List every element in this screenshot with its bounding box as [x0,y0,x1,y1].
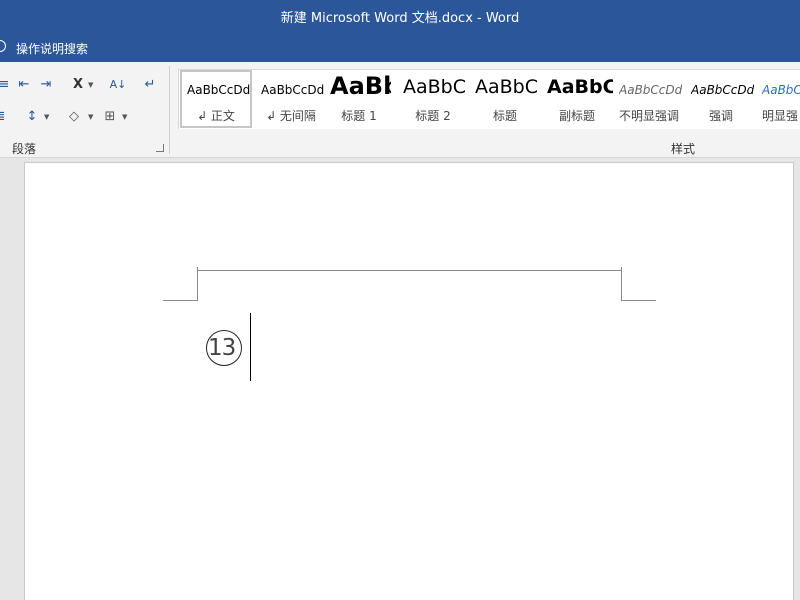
style-label: 标题 2 [415,109,451,123]
shading-icon[interactable]: ◇ [64,108,84,126]
text-cursor [250,313,251,381]
style-preview: AaBb [330,72,391,100]
style-label: 不明显强调 [618,109,679,123]
styles-gallery: AaBbCcDd ↲ 正文 AaBbCcDd ↲ 无间隔 AaBb 标题 1 A… [178,69,800,129]
style-label: 标题 1 [341,109,377,123]
style-emphasis[interactable]: AaBbCcDd 强调 [685,70,757,128]
line-spacing-icon[interactable]: ↕ [22,108,42,126]
bullets-icon[interactable]: ≡ [0,76,14,94]
tell-me-search[interactable]: 操作说明搜索 [16,40,88,57]
document-page[interactable]: 13 [24,162,794,600]
style-label: 强调 [708,109,733,123]
margin-guide-line [621,300,656,301]
ribbon: ≡ ⇤ ⇥ X ▼ A↓ ↵ ≣ ↕ ▼ ◇ ▼ ⊞ ▼ 段落 AaBbCcDd… [0,62,800,158]
margin-guide-line [163,300,198,301]
style-preview: AaBbCcDd [619,83,683,97]
style-label: 明显强 [762,109,799,123]
show-marks-icon[interactable]: ↵ [140,76,160,94]
lightbulb-icon[interactable] [0,40,6,52]
chevron-down-icon[interactable]: ▼ [88,108,96,126]
margin-guide-line [197,267,198,301]
borders-icon[interactable]: ⊞ [100,108,120,126]
decrease-indent-icon[interactable]: ⇤ [14,76,34,94]
style-preview: AaBbCcDd [261,83,325,97]
style-preview: AaBbC [547,76,613,98]
style-heading-1[interactable]: AaBb 标题 1 [327,70,391,128]
dialog-launcher-icon[interactable] [156,144,164,152]
chevron-down-icon[interactable]: ▼ [122,108,130,126]
style-preview: AaBbCcDd [187,83,251,97]
tell-me-bar: 操作说明搜索 [0,32,800,62]
title-bar: 新建 Microsoft Word 文档.docx - Word [0,0,800,32]
styles-group-label: 样式 [671,142,696,156]
style-preview: AaBbC [475,76,539,98]
chevron-down-icon[interactable]: ▼ [44,108,52,126]
style-label: 标题 [492,109,517,123]
style-label: ↲ 正文 [197,109,235,123]
chevron-down-icon[interactable]: ▼ [88,76,96,94]
chinese-layout-icon[interactable]: X [68,76,88,94]
style-label: 副标题 [558,109,595,123]
margin-guide-line [621,267,622,301]
style-title[interactable]: AaBbC 标题 [469,70,541,128]
sort-icon[interactable]: A↓ [108,76,128,94]
style-preview: AaBbCcDd [762,83,800,97]
style-preview: AaBbCcDd [691,83,755,97]
increase-indent-icon[interactable]: ⇥ [36,76,56,94]
style-preview: AaBbC [403,76,467,98]
style-subtitle[interactable]: AaBbC 副标题 [541,70,613,128]
group-divider [169,66,170,154]
justify-icon[interactable]: ≣ [0,108,10,126]
style-label: ↲ 无间隔 [266,109,316,123]
style-no-spacing[interactable]: AaBbCcDd ↲ 无间隔 [255,70,327,128]
paragraph-group-label: 段落 [12,142,37,156]
style-intense-emphasis[interactable]: AaBbCcDd 明显强 [757,70,800,128]
style-heading-2[interactable]: AaBbC 标题 2 [397,70,469,128]
document-area[interactable]: 13 [0,158,800,600]
window-title: 新建 Microsoft Word 文档.docx - Word [280,11,520,26]
style-subtle-emphasis[interactable]: AaBbCcDd 不明显强调 [613,70,685,128]
enclosed-character-text[interactable]: 13 [208,335,236,361]
header-border-line [197,270,622,271]
style-normal[interactable]: AaBbCcDd ↲ 正文 [180,70,252,128]
